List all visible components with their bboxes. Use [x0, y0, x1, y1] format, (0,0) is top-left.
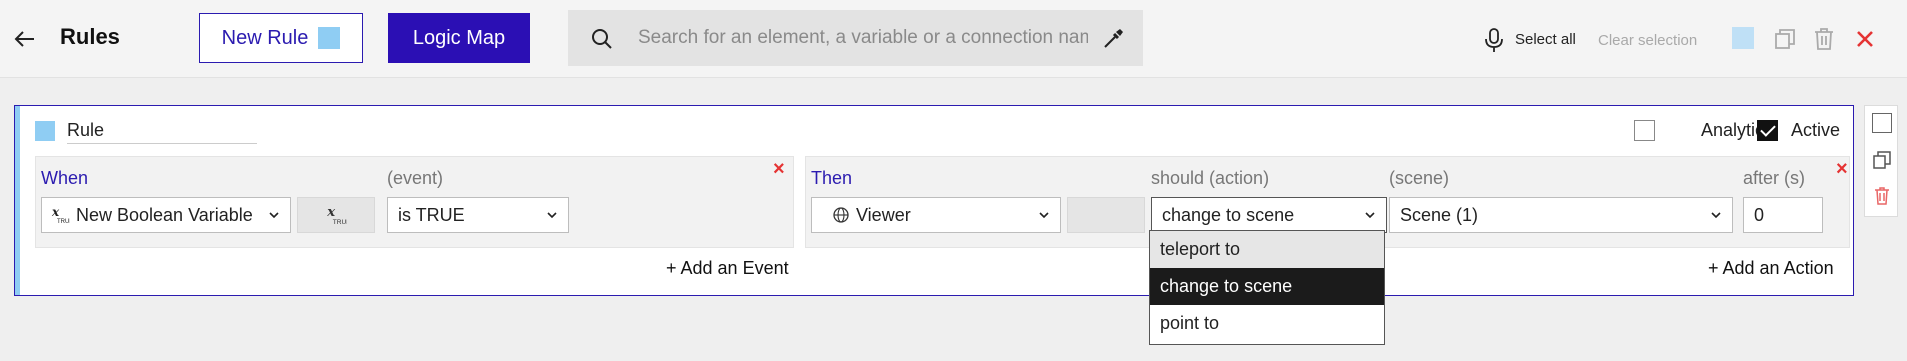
scene-select[interactable]: Scene (1) [1389, 197, 1733, 233]
add-action-button[interactable]: + Add an Action [1708, 258, 1834, 279]
event-select[interactable]: is TRUE [387, 197, 569, 233]
svg-text:TRUE: TRUE [57, 219, 70, 225]
select-rule-checkbox[interactable] [1872, 113, 1892, 133]
when-panel: When (event) × x TRUE New Boolean Variab… [35, 156, 794, 248]
chevron-down-icon [1365, 212, 1375, 219]
after-seconds-input[interactable]: 0 [1743, 197, 1823, 233]
when-label: When [41, 168, 89, 188]
boolean-variable-icon: x TRUE [326, 205, 347, 226]
back-arrow-icon[interactable] [12, 26, 38, 52]
clear-selection-link[interactable]: Clear selection [1598, 32, 1697, 49]
variable-name: New Boolean Variable [76, 204, 253, 225]
close-icon[interactable] [1853, 27, 1877, 51]
scene-label: (scene) [1389, 168, 1450, 188]
target-name: Viewer [856, 204, 911, 225]
new-rule-label: New Rule [221, 26, 309, 49]
rule-name-input[interactable] [67, 118, 257, 144]
eyedropper-icon[interactable] [1101, 27, 1125, 51]
search-input[interactable] [638, 22, 1088, 54]
delete-rule-icon[interactable] [1872, 186, 1892, 206]
after-value: 0 [1754, 204, 1765, 225]
event-label: (event) [387, 168, 444, 188]
action-value: change to scene [1162, 204, 1295, 225]
search-bar [568, 10, 1143, 66]
target-extra-box [1067, 197, 1145, 233]
page-title: Rules [60, 24, 120, 49]
microphone-icon[interactable] [1483, 27, 1505, 53]
trash-icon[interactable] [1812, 27, 1836, 51]
viewer-icon [833, 207, 849, 223]
option-point-to[interactable]: point to [1150, 305, 1384, 342]
option-teleport-to[interactable]: teleport to [1150, 231, 1384, 268]
option-change-to-scene[interactable]: change to scene [1150, 268, 1384, 305]
after-label: after (s) [1743, 168, 1806, 188]
variable-select[interactable]: x TRUE New Boolean Variable [41, 197, 291, 233]
target-select[interactable]: Viewer [811, 197, 1061, 233]
rule-color-bar [15, 106, 20, 295]
duplicate-icon[interactable] [1773, 27, 1797, 51]
svg-text:TRUE: TRUE [333, 219, 347, 226]
active-label: Active [1791, 120, 1841, 140]
analytics-checkbox[interactable] [1634, 120, 1655, 141]
select-all-link[interactable]: Select all [1515, 31, 1576, 48]
remove-event-icon[interactable]: × [773, 159, 785, 179]
remove-action-icon[interactable]: × [1836, 159, 1848, 179]
chevron-down-icon [547, 212, 557, 219]
action-select[interactable]: change to scene [1151, 197, 1387, 233]
chevron-down-icon [1711, 212, 1721, 219]
active-checkbox[interactable] [1757, 120, 1778, 141]
scene-value: Scene (1) [1400, 204, 1479, 225]
chevron-down-icon [1039, 212, 1049, 219]
add-event-button[interactable]: + Add an Event [666, 258, 789, 279]
top-bar: Rules New Rule Logic Map Select all Clea… [0, 0, 1907, 78]
rule-side-toolbar [1864, 105, 1898, 217]
rule-color-swatch [318, 27, 341, 49]
action-dropdown: teleport to change to scene point to [1149, 230, 1385, 345]
boolean-variable-icon: x TRUE [51, 205, 70, 225]
chevron-down-icon [269, 212, 279, 219]
action-label: should (action) [1151, 168, 1270, 188]
rule-card: Analytics Active When (event) × x TRUE N… [14, 105, 1854, 296]
color-swatch-button[interactable] [1732, 27, 1754, 49]
new-rule-button[interactable]: New Rule [199, 13, 363, 63]
svg-text:x: x [51, 205, 60, 219]
search-icon [592, 29, 612, 49]
rule-color-swatch[interactable] [35, 121, 55, 141]
logic-map-button[interactable]: Logic Map [388, 13, 530, 63]
variable-type-button[interactable]: x TRUE [297, 197, 375, 233]
then-label: Then [811, 168, 853, 188]
event-value: is TRUE [398, 204, 465, 225]
duplicate-rule-icon[interactable] [1872, 150, 1892, 170]
